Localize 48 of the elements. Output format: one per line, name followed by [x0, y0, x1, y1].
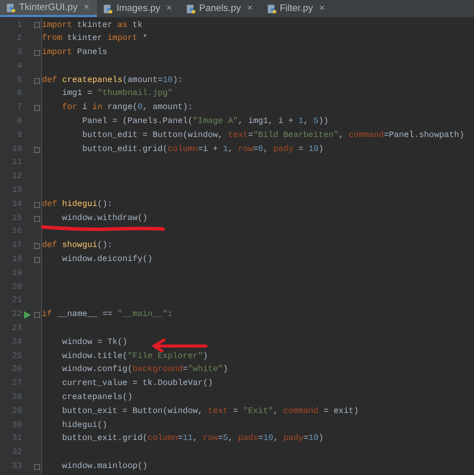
code-line: from tkinter import * — [42, 32, 148, 46]
code-line: def showgui(): — [42, 239, 112, 252]
code-line: def hidegui(): — [42, 198, 112, 211]
file-tab[interactable]: Panels.py × — [180, 0, 261, 17]
close-icon[interactable]: × — [166, 3, 172, 14]
code-line: import Panels — [42, 46, 108, 60]
code-line: window.config(background="white") — [61, 363, 228, 376]
fold-icon[interactable] — [34, 312, 40, 318]
fold-icon[interactable] — [34, 22, 40, 28]
code-line: Panel = (Panels.Panel("Image A", img1, i + 1, 5)) — [81, 115, 329, 128]
file-tab[interactable]: Images.py × — [97, 0, 180, 17]
fold-icon[interactable] — [34, 78, 40, 84]
code-line: button_edit.grid(column=i + 1, row=6, pady = 10) — [81, 142, 324, 156]
fold-icon[interactable] — [34, 50, 40, 56]
code-line: createpanels() — [61, 391, 132, 404]
run-icon[interactable] — [24, 311, 30, 320]
code-line: window = Tk() — [61, 336, 128, 349]
code-line: hidegui() — [61, 418, 108, 432]
code-line: img1 = "thumbnail.jpg" — [61, 87, 173, 100]
code-line: window.withdraw() — [61, 212, 148, 225]
code-line: window.mainloop() — [61, 460, 148, 473]
code-line: if __name__ == "__main__": — [42, 308, 173, 322]
fold-icon[interactable] — [34, 105, 40, 112]
fold-icon[interactable] — [34, 464, 40, 470]
hand-drawn-arrow — [150, 338, 208, 352]
python-file-icon — [103, 4, 114, 14]
fold-icon[interactable] — [34, 256, 40, 263]
close-icon[interactable]: × — [84, 2, 90, 13]
code-line: import tkinter as tk — [42, 18, 143, 32]
code-line: for i in range(0, amount): — [61, 101, 193, 114]
code-line: current_value = tk.DoubleVar() — [61, 377, 213, 390]
file-tab[interactable]: TkinterGUI.py × — [0, 0, 98, 17]
python-file-icon — [186, 4, 196, 14]
code-line: button_exit.grid(column=11, row=5, padx=10, pady=10) — [61, 432, 324, 446]
code-line: window.deiconify() — [61, 253, 153, 266]
code-line: button_exit = Button(window, text = "Exit", command = exit) — [61, 404, 359, 418]
close-icon[interactable]: × — [318, 3, 325, 14]
python-file-icon — [266, 4, 277, 14]
fold-icon[interactable] — [34, 216, 40, 222]
file-tab[interactable]: Filter.py × — [260, 0, 333, 17]
code-line: window.title("File Explorer") — [61, 350, 208, 363]
fold-icon[interactable] — [34, 146, 40, 153]
fold-icon[interactable] — [34, 243, 40, 250]
fold-icon[interactable] — [34, 202, 40, 208]
code-line: def createpanels(amount=10): — [42, 74, 183, 87]
close-icon[interactable]: × — [246, 3, 253, 14]
code-line: button_edit = Button(window, text="Bild Bearbeiten", command=Panel.showpath) — [81, 128, 464, 142]
python-file-icon — [6, 2, 16, 12]
